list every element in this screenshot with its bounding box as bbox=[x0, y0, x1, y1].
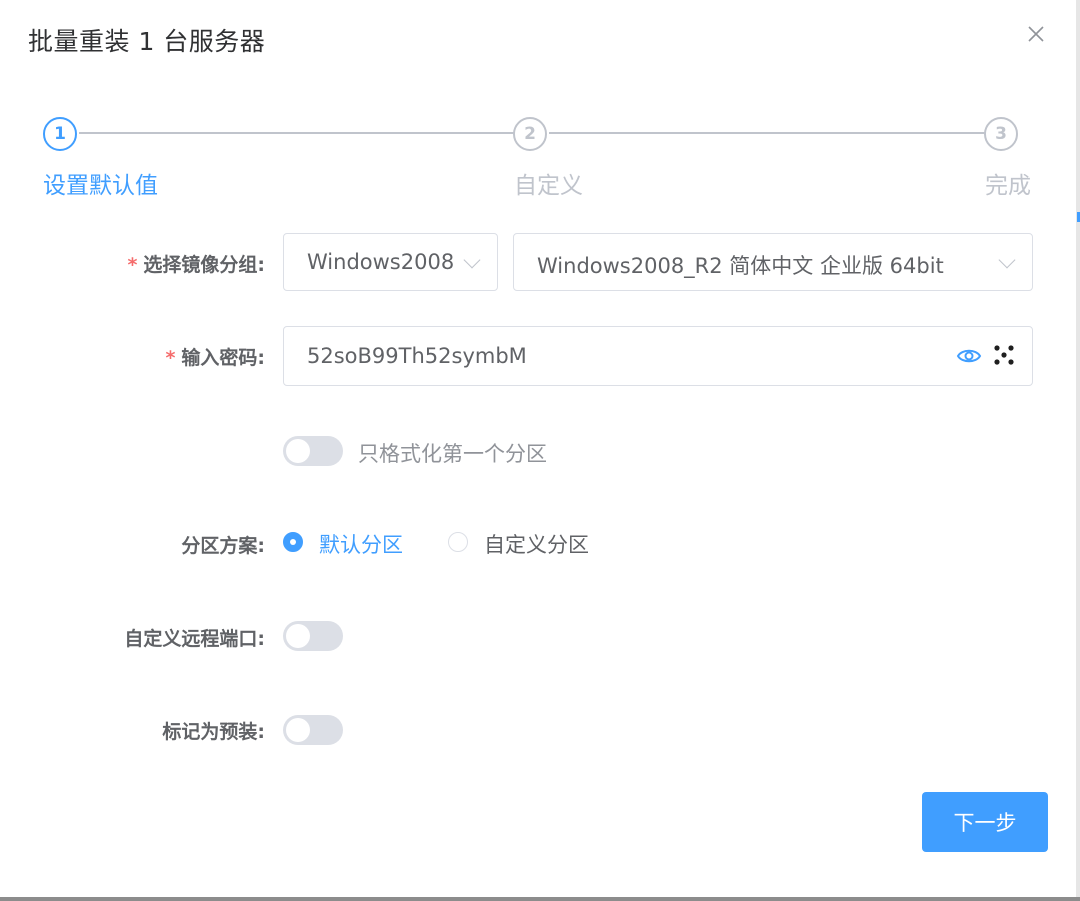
next-step-button[interactable]: 下一步 bbox=[922, 792, 1048, 852]
radio-dot bbox=[448, 532, 468, 552]
reinstall-dialog: 批量重装 1 台服务器 1 2 3 设置默认值 自定义 完成 * 选择镜像分组: … bbox=[0, 0, 1076, 897]
step-2-title: 自定义 bbox=[514, 173, 583, 199]
radio-default-partition-label: 默认分区 bbox=[319, 533, 403, 557]
switch-knob bbox=[286, 439, 310, 463]
step-connector bbox=[79, 132, 515, 134]
password-value: 52soB99Th52symbM bbox=[307, 344, 527, 368]
required-mark: * bbox=[165, 347, 176, 369]
window-edge bbox=[1076, 0, 1080, 901]
image-select[interactable]: Windows2008_R2 简体中文 企业版 64bit bbox=[513, 233, 1033, 291]
radio-dot bbox=[283, 532, 303, 552]
image-group-label-text: 选择镜像分组: bbox=[143, 254, 265, 276]
step-2-icon: 2 bbox=[513, 117, 547, 151]
custom-remote-port-label: 自定义远程端口: bbox=[124, 628, 265, 650]
password-label-text: 输入密码: bbox=[181, 347, 265, 369]
image-group-label: * 选择镜像分组: bbox=[25, 250, 265, 277]
custom-remote-port-switch[interactable] bbox=[283, 621, 343, 651]
window-edge bbox=[0, 897, 1080, 901]
required-mark: * bbox=[127, 254, 138, 276]
format-first-partition-label: 只格式化第一个分区 bbox=[358, 442, 547, 466]
image-group-value: Windows2008 bbox=[307, 250, 455, 274]
step-connector bbox=[549, 132, 986, 134]
dialog-title: 批量重装 1 台服务器 bbox=[28, 27, 266, 56]
image-value: Windows2008_R2 简体中文 企业版 64bit bbox=[537, 254, 944, 278]
step-1-icon: 1 bbox=[43, 117, 77, 151]
step-3-title: 完成 bbox=[985, 173, 1031, 199]
switch-knob bbox=[286, 624, 310, 648]
chevron-down-icon bbox=[998, 251, 1016, 269]
step-1-title: 设置默认值 bbox=[43, 173, 158, 199]
mark-preinstall-label: 标记为预装: bbox=[162, 721, 265, 743]
chevron-down-icon bbox=[463, 251, 481, 269]
partition-scheme-label: 分区方案: bbox=[181, 535, 265, 557]
generate-password-icon[interactable] bbox=[992, 343, 1016, 367]
format-first-partition-switch[interactable] bbox=[283, 436, 343, 466]
password-label: * 输入密码: bbox=[25, 343, 265, 370]
password-field[interactable]: 52soB99Th52symbM bbox=[283, 326, 1033, 386]
close-icon[interactable] bbox=[1024, 22, 1048, 46]
radio-custom-partition-label: 自定义分区 bbox=[484, 533, 589, 557]
step-3-icon: 3 bbox=[984, 117, 1018, 151]
eye-icon[interactable] bbox=[956, 343, 982, 369]
image-group-select[interactable]: Windows2008 bbox=[283, 233, 498, 291]
mark-preinstall-switch[interactable] bbox=[283, 715, 343, 745]
switch-knob bbox=[286, 718, 310, 742]
